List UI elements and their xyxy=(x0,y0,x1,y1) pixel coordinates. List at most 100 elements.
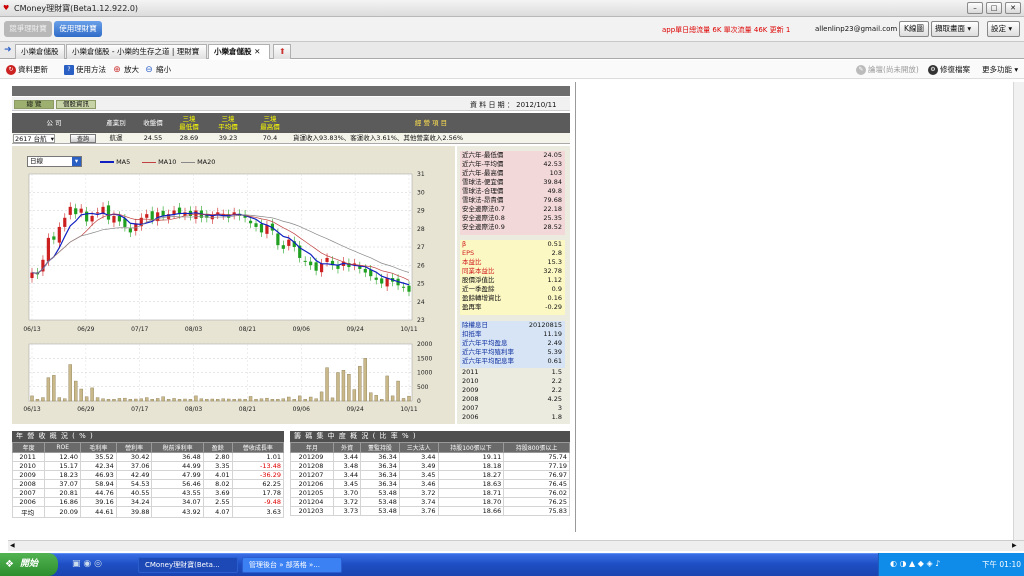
column-header[interactable]: 年月 xyxy=(289,442,335,453)
zoom-out-button[interactable]: ⊖ 縮小 xyxy=(144,64,171,75)
column-header[interactable]: 持股100張以下 xyxy=(437,442,505,453)
candle-body xyxy=(150,211,154,220)
column-header[interactable]: 稅前淨利率 xyxy=(151,442,204,453)
ratio-row: 近一季盈餘 0.9 xyxy=(460,285,565,294)
column-header[interactable]: 毛利率 xyxy=(80,442,117,453)
table-cell: 18.27 xyxy=(437,470,505,480)
tab-stock-info[interactable]: 個股資訊 xyxy=(56,100,96,109)
howto-button[interactable]: ? 使用方法 xyxy=(64,64,106,75)
ratio-row: 本益比 15.3 xyxy=(460,258,565,267)
price-tick-label: 23 xyxy=(417,317,425,324)
tab-overview[interactable]: 總 覽 xyxy=(14,100,54,109)
column-header[interactable]: 外資 xyxy=(333,442,362,453)
ratio-value: -0.29 xyxy=(545,303,562,311)
volume-bar xyxy=(172,398,176,402)
table-cell: 44.61 xyxy=(80,506,117,518)
refresh-label: 資料更新 xyxy=(18,65,48,74)
volume-bar xyxy=(57,397,62,402)
column-header[interactable]: 營收成長率 xyxy=(231,442,285,453)
volume-bar xyxy=(232,399,236,402)
close-tab-icon[interactable]: ✕ xyxy=(254,47,260,56)
volume-bar xyxy=(281,398,286,402)
title-bar: ♥ CMoney理財寶(Beta1.12.922.0) – □ ✕ xyxy=(0,0,1024,17)
dividend-years-box: 2011 1.5 2010 2.2 2009 2.2 2008 4.25 2007 3 2006 1.… xyxy=(460,368,565,422)
candle-body xyxy=(95,212,100,214)
volume-bar xyxy=(287,396,291,402)
scroll-right-icon[interactable]: ▶ xyxy=(1012,542,1017,549)
column-header[interactable]: 持股800張以上 xyxy=(503,442,570,453)
table-cell: 76.25 xyxy=(503,497,570,507)
task-cmoney[interactable]: CMoney理財寶(Beta... xyxy=(138,557,238,573)
table-cell: 201206 xyxy=(289,479,335,489)
column-header[interactable]: 董監持股 xyxy=(360,442,400,453)
forum-button[interactable]: ✎ 論壇(尚未開放) xyxy=(856,64,919,75)
start-label: 開始 xyxy=(20,559,39,569)
dividend-value: 11.19 xyxy=(543,330,562,338)
fix-file-button[interactable]: ⚙ 修復檔案 xyxy=(928,64,970,75)
capture-label: 擷取畫面 xyxy=(935,24,965,33)
period-label: 日線 xyxy=(30,157,43,165)
tray-icons[interactable]: ◐ ◑ ▲ ◆ ◈ ♪ xyxy=(890,559,940,568)
column-header[interactable]: 三大法人 xyxy=(398,442,439,453)
table-row: 2009 18.23 46.93 42.49 47.99 4.01 -36.29 xyxy=(11,470,285,480)
volume-bar xyxy=(166,399,171,402)
candlestick-chart: 31 30 29 28 27 26 25 24 23 2000 1500 1000 500 0 06/13 0… xyxy=(23,171,432,413)
column-header[interactable]: 營利率 xyxy=(115,442,153,453)
dividend-year-row: 2007 3 xyxy=(460,404,565,413)
volume-bar xyxy=(128,399,133,402)
query-button[interactable]: 查詢 xyxy=(70,134,96,143)
more-functions-button[interactable]: 更多功能 ▾ xyxy=(982,64,1018,75)
competition-button[interactable]: 競爭理財寶 xyxy=(4,21,52,37)
zoom-in-button[interactable]: ⊕ 放大 xyxy=(112,64,139,75)
valuation-value: 79.68 xyxy=(543,196,562,204)
valuation-row: 近六年-最低價 24.05 xyxy=(460,151,565,160)
table-cell: 75.83 xyxy=(503,506,570,516)
forum-icon: ✎ xyxy=(856,65,866,75)
minimize-button[interactable]: – xyxy=(967,2,983,14)
stock-select[interactable]: 2617 台航 ▾ xyxy=(13,134,55,143)
table-cell: 54.53 xyxy=(115,479,153,489)
scroll-left-icon[interactable]: ◀ xyxy=(10,542,15,549)
table-cell: 2.55 xyxy=(202,497,233,507)
table-cell: 46.93 xyxy=(80,470,117,480)
close-window-button[interactable]: ✕ xyxy=(1005,2,1021,14)
tab-storage-1[interactable]: 小樂倉儲股 xyxy=(15,44,65,59)
ratio-label: 本益比 xyxy=(462,258,482,266)
volume-bar xyxy=(30,395,34,402)
maximize-button[interactable]: □ xyxy=(986,2,1002,14)
use-app-button[interactable]: 使用理財寶 xyxy=(54,21,102,37)
refresh-button[interactable]: ↻ 資料更新 xyxy=(6,64,48,75)
table-cell: 12.40 xyxy=(44,452,82,462)
volume-bar xyxy=(352,389,357,402)
quick-launch-icons[interactable]: ▣ ◉ ◎ xyxy=(72,559,102,569)
column-header[interactable]: 年度 xyxy=(11,442,46,453)
volume-bar xyxy=(407,395,411,402)
tab-storage-active[interactable]: 小樂倉儲股 ✕ xyxy=(208,44,270,59)
candle-body xyxy=(194,210,198,219)
table-cell: -36.29 xyxy=(231,470,285,480)
date-tick-label: 07/17 xyxy=(131,326,148,333)
ratio-label: EPS xyxy=(462,249,475,257)
candle-body xyxy=(248,220,253,224)
settings-dropdown[interactable]: 設定 ▾ xyxy=(987,21,1020,37)
tab-label: 小樂倉儲股 xyxy=(21,47,59,56)
capture-dropdown[interactable]: 擷取畫面 ▾ xyxy=(931,21,979,37)
stock-name: 台航 xyxy=(33,135,47,143)
column-header[interactable]: 盈餘 xyxy=(202,442,233,453)
task-browser[interactable]: 管理後台 » 部落格 »... xyxy=(242,557,342,573)
kline-button[interactable]: K線圖 xyxy=(899,21,929,37)
vertical-scrollbar[interactable] xyxy=(1013,82,1024,540)
valuation-row: 安全邊際法0.9 28.52 xyxy=(460,223,565,232)
volume-bar xyxy=(194,395,198,402)
column-header[interactable]: ROE xyxy=(44,442,82,453)
dividend-year-value: 1.8 xyxy=(551,413,562,421)
volume-tick-label: 500 xyxy=(417,384,429,391)
volume-bar xyxy=(74,380,78,402)
table-cell: -9.48 xyxy=(231,497,285,507)
candle-body xyxy=(309,261,313,266)
horizontal-scrollbar[interactable]: ◀ ▶ xyxy=(8,540,1024,551)
candle-body xyxy=(68,206,72,215)
new-tab-button[interactable]: ⬆ xyxy=(273,44,291,59)
tab-storage-blog[interactable]: 小樂倉儲股 - 小樂的生存之道 | 理財寶 xyxy=(66,44,207,59)
volume-bar xyxy=(68,364,72,402)
